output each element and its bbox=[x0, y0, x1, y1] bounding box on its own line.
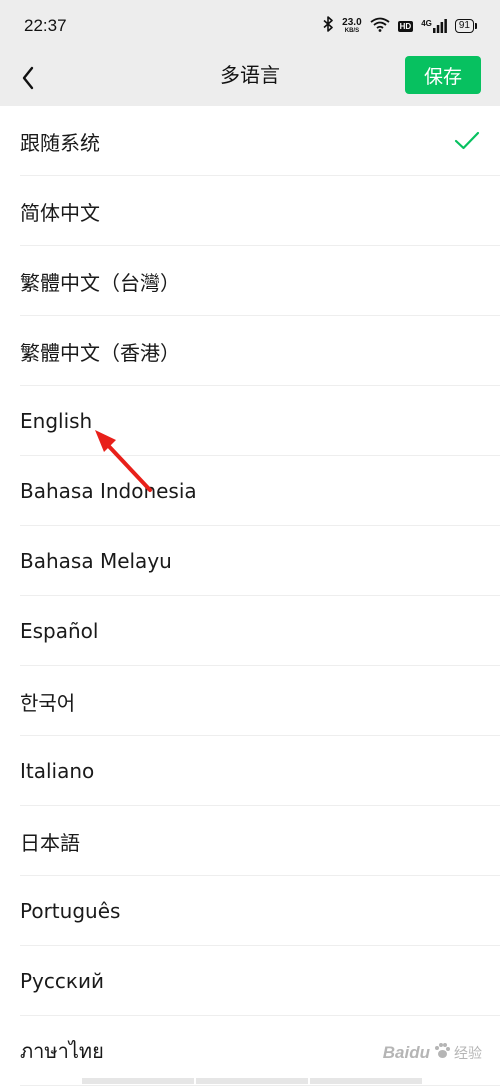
signal-icon: 4G bbox=[421, 19, 447, 33]
language-item-korean[interactable]: 한국어 bbox=[0, 666, 500, 736]
status-bar: 22:37 23.0 KB/S HD 4G 91 bbox=[0, 0, 500, 52]
save-button[interactable]: 保存 bbox=[405, 56, 481, 94]
language-item-follow-system[interactable]: 跟随系统 bbox=[0, 106, 500, 176]
language-item-espanol[interactable]: Español bbox=[0, 596, 500, 666]
bottom-strip-segment bbox=[196, 1078, 308, 1084]
language-item-traditional-chinese-taiwan[interactable]: 繁體中文（台灣） bbox=[0, 246, 500, 316]
watermark-sub: 经验 bbox=[454, 1046, 482, 1062]
language-label: Português bbox=[20, 899, 121, 923]
language-label: ภาษาไทย bbox=[20, 1039, 104, 1063]
language-label: 简体中文 bbox=[20, 200, 100, 225]
wifi-icon bbox=[370, 17, 390, 36]
battery-icon: 91 bbox=[454, 19, 478, 33]
paw-icon bbox=[433, 1042, 451, 1064]
net-speed: 23.0 KB/S bbox=[342, 17, 362, 35]
bluetooth-icon bbox=[323, 16, 334, 36]
language-item-bahasa-indonesia[interactable]: Bahasa Indonesia bbox=[0, 456, 500, 526]
net-speed-unit: KB/S bbox=[344, 28, 360, 34]
signal-label: 4G bbox=[421, 19, 432, 28]
language-item-bahasa-melayu[interactable]: Bahasa Melayu bbox=[0, 526, 500, 596]
language-label: Bahasa Indonesia bbox=[20, 479, 197, 503]
language-item-italiano[interactable]: Italiano bbox=[0, 736, 500, 806]
bottom-strip-segment bbox=[82, 1078, 194, 1084]
hd-icon: HD bbox=[397, 20, 414, 32]
language-item-english[interactable]: English bbox=[0, 386, 500, 456]
back-button[interactable] bbox=[10, 60, 46, 96]
net-speed-value: 23.0 bbox=[342, 17, 362, 28]
language-label: Bahasa Melayu bbox=[20, 549, 172, 573]
language-label: 日本語 bbox=[20, 830, 80, 855]
watermark-logo: Baidu 经验 bbox=[383, 1042, 482, 1064]
nav-bar: 多语言 保存 bbox=[0, 52, 500, 106]
checkmark-icon bbox=[454, 131, 480, 150]
language-label: 繁體中文（台灣） bbox=[20, 270, 180, 295]
bottom-strip-segment bbox=[310, 1078, 422, 1084]
chevron-left-icon bbox=[22, 66, 34, 90]
language-label: 繁體中文（香港） bbox=[20, 340, 180, 365]
language-list: 跟随系统 简体中文 繁體中文（台灣） 繁體中文（香港） English Baha… bbox=[0, 106, 500, 1086]
status-icons: 23.0 KB/S HD 4G 91 bbox=[323, 16, 478, 36]
language-item-russian[interactable]: Русский bbox=[0, 946, 500, 1016]
language-label: Italiano bbox=[20, 759, 95, 783]
language-item-traditional-chinese-hongkong[interactable]: 繁體中文（香港） bbox=[0, 316, 500, 386]
language-label: 한국어 bbox=[20, 690, 76, 715]
language-item-japanese[interactable]: 日本語 bbox=[0, 806, 500, 876]
language-item-simplified-chinese[interactable]: 简体中文 bbox=[0, 176, 500, 246]
language-label: English bbox=[20, 409, 93, 433]
status-time: 22:37 bbox=[24, 16, 67, 35]
language-label: Русский bbox=[20, 969, 104, 993]
language-label: Español bbox=[20, 619, 99, 643]
watermark-text: Baidu bbox=[382, 1043, 430, 1062]
bottom-strip bbox=[82, 1078, 422, 1084]
language-item-portugues[interactable]: Português bbox=[0, 876, 500, 946]
language-label: 跟随系统 bbox=[20, 130, 100, 155]
